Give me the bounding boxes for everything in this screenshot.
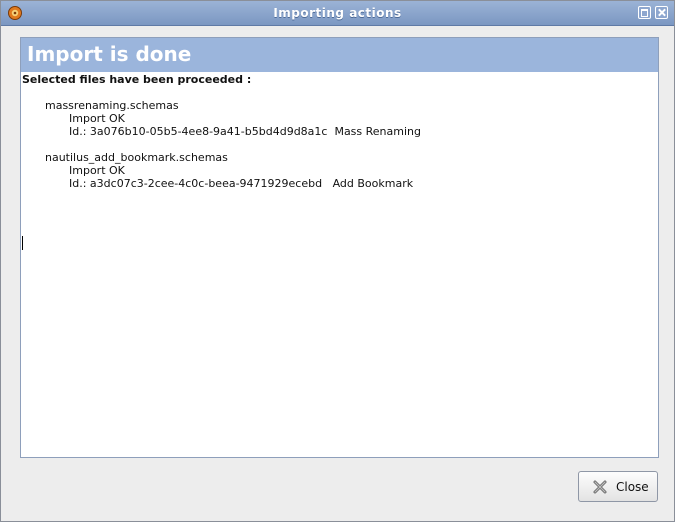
import-dialog: Importing actions Import is done Selecte…: [0, 0, 675, 522]
maximize-button[interactable]: [638, 6, 651, 19]
log-heading: Selected files have been proceeded :: [22, 73, 252, 86]
text-cursor: [22, 236, 23, 250]
header-band: Import is done: [21, 38, 658, 72]
window-close-button[interactable]: [655, 6, 668, 19]
import-log-panel[interactable]: Import is done Selected files have been …: [20, 37, 659, 458]
file-id: Id.: a3dc07c3-2cee-4c0c-beea-9471929eceb…: [69, 177, 414, 190]
page-title: Import is done: [27, 42, 192, 66]
file-name: nautilus_add_bookmark.schemas: [45, 151, 228, 164]
file-status: Import OK: [69, 112, 125, 125]
close-button-label: Close: [616, 480, 649, 494]
file-status: Import OK: [69, 164, 125, 177]
file-name: massrenaming.schemas: [45, 99, 179, 112]
file-id: Id.: 3a076b10-05b5-4ee8-9a41-b5bd4d9d8a1…: [69, 125, 421, 138]
title-bar[interactable]: Importing actions: [1, 1, 674, 26]
window-title: Importing actions: [273, 6, 402, 20]
close-button[interactable]: Close: [578, 471, 658, 502]
close-icon: [593, 480, 607, 494]
